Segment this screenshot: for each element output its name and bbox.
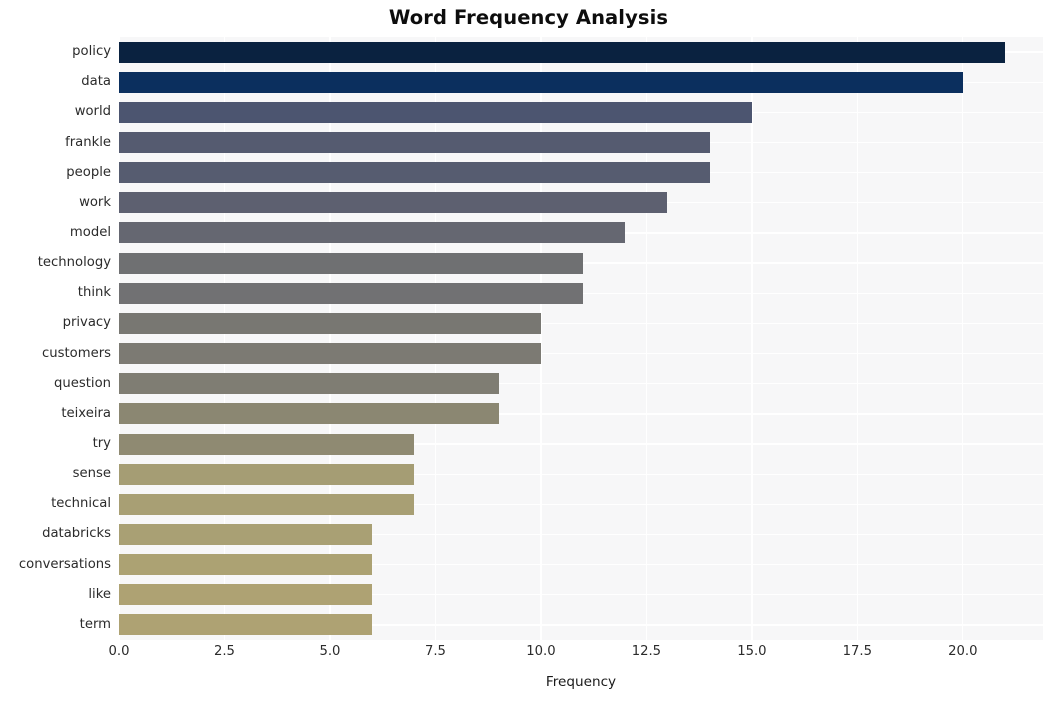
y-axis-tick-label: frankle — [65, 134, 111, 150]
x-axis-tick-label: 5.0 — [319, 644, 341, 659]
y-axis-tick-label: model — [69, 224, 111, 240]
x-axis-tick-label: 20.0 — [948, 644, 978, 659]
x-axis-label: Frequency — [545, 674, 617, 690]
y-axis-tick-labels: policy data world frankle people work model tec… — [0, 37, 1057, 640]
chart-title: Word Frequency Analysis — [388, 6, 669, 29]
x-axis-tick-label: 17.5 — [842, 644, 873, 659]
y-axis-tick-label: databricks — [42, 526, 111, 542]
y-axis-tick-label: term — [79, 616, 111, 632]
y-axis-tick-label: sense — [72, 466, 111, 482]
x-axis-tick-labels: 0.0 2.5 5.0 7.5 10.0 12.5 15.0 17.5 20.0 — [0, 644, 1057, 668]
y-axis-tick-label: privacy — [62, 315, 111, 331]
y-axis-tick-label: teixeira — [61, 405, 111, 421]
x-axis-tick-label: 7.5 — [424, 644, 446, 659]
figure-canvas: Word Frequency Analysis policy data world f… — [0, 0, 1057, 701]
x-axis-tick-label: 10.0 — [526, 644, 556, 659]
y-axis-tick-label: try — [92, 436, 111, 452]
x-axis-tick-label: 12.5 — [631, 644, 662, 659]
y-axis-tick-label: question — [54, 375, 111, 391]
y-axis-tick-label: work — [79, 194, 111, 210]
y-axis-tick-label: think — [77, 285, 111, 301]
y-axis-tick-label: technology — [37, 255, 111, 271]
x-axis-tick-label: 0.0 — [108, 644, 130, 659]
x-axis-tick-label: 15.0 — [737, 644, 767, 659]
y-axis-tick-label: technical — [51, 496, 111, 512]
y-axis-tick-label: people — [66, 164, 111, 180]
y-axis-tick-label: like — [88, 586, 111, 602]
y-axis-tick-label: data — [81, 74, 111, 90]
y-axis-tick-label: conversations — [18, 556, 111, 572]
y-axis-tick-label: policy — [72, 44, 111, 60]
y-axis-tick-label: world — [74, 104, 111, 120]
y-axis-tick-label: customers — [42, 345, 111, 361]
x-axis-tick-label: 2.5 — [213, 644, 235, 659]
